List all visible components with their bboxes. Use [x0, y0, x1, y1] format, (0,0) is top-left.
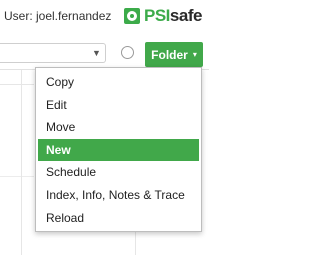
menu-item-schedule[interactable]: Schedule	[38, 161, 199, 184]
panel-divider	[0, 176, 34, 177]
caret-down-icon: ▾	[192, 49, 197, 59]
psisafe-logo: PSI safe	[124, 6, 202, 26]
panel-divider	[21, 70, 22, 255]
radio-button-icon[interactable]	[121, 46, 134, 59]
panel-divider	[0, 84, 34, 85]
menu-item-copy[interactable]: Copy	[38, 71, 199, 94]
menu-item-new[interactable]: New	[38, 138, 199, 162]
logo-text-psi: PSI	[144, 6, 170, 25]
panel-divider	[135, 232, 136, 255]
folder-dropdown-menu: Copy Edit Move New Schedule Index, Info,…	[35, 67, 202, 232]
user-label: User: joel.fernandez	[4, 9, 112, 23]
folder-button-label: Folder	[151, 47, 188, 62]
folder-path-select[interactable]	[0, 43, 106, 63]
menu-item-index-info-notes-trace[interactable]: Index, Info, Notes & Trace	[38, 184, 199, 207]
menu-item-reload[interactable]: Reload	[38, 207, 199, 230]
logo-text-safe: safe	[169, 6, 203, 25]
chevron-down-icon[interactable]: ▼	[92, 47, 101, 59]
psisafe-logo-icon	[124, 8, 140, 24]
menu-item-edit[interactable]: Edit	[38, 94, 199, 117]
folder-menu-button[interactable]: Folder ▾	[145, 42, 203, 67]
page: User: joel.fernandez PSI safe ▼ Folder ▾…	[0, 0, 209, 255]
menu-item-move[interactable]: Move	[38, 116, 199, 139]
